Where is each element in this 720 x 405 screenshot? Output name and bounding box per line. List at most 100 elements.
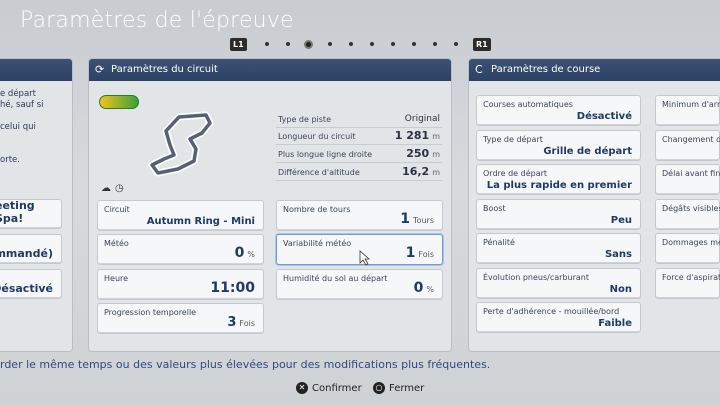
field-label: Pénalité (483, 238, 515, 247)
page-dot[interactable] (328, 42, 332, 46)
visible-damage-field[interactable]: Dégâts visibles (655, 199, 720, 230)
close-label: Fermer (389, 383, 425, 394)
field-unit: % (247, 250, 255, 259)
field-unit: % (426, 285, 434, 294)
field-label: Changement de (662, 135, 720, 144)
time-field[interactable]: Heure 11:00 (97, 269, 264, 300)
field-value: 0% (414, 280, 434, 296)
race-panel-header: C Paramètres de course (469, 59, 720, 81)
min-pit-field[interactable]: Minimum d'arrê (655, 95, 720, 126)
field-value: La plus rapide en premier (486, 180, 632, 191)
info-label: Plus longue ligne droite (278, 150, 373, 159)
left-box-value: ecommandé) (0, 247, 53, 260)
track-map (148, 111, 214, 177)
time-progression-field[interactable]: Progression temporelle 3 Fois (97, 303, 264, 334)
weather-field[interactable]: Météo 0% (97, 234, 264, 265)
field-label: Force d'aspiratio (662, 273, 720, 282)
field-unit: Tours (413, 216, 434, 225)
info-row-straight: Plus longue ligne droite 250 m (276, 146, 442, 163)
field-value: Non (609, 284, 632, 295)
change-field[interactable]: Changement de (655, 130, 720, 161)
left-text-line: e départ (0, 89, 36, 99)
circuit-panel-title: Paramètres du circuit (111, 64, 218, 75)
boost-field[interactable]: Boost Peu (476, 199, 641, 230)
field-value: Peu (610, 215, 632, 226)
page-dot[interactable] (370, 42, 374, 46)
confirm-button[interactable]: ✕ Confirmer (296, 382, 362, 394)
field-number: 0 (234, 245, 245, 261)
field-number: 3 (227, 315, 237, 330)
left-box-1[interactable]: eeting Spa! (0, 199, 62, 229)
confirm-label: Confirmer (312, 383, 362, 394)
field-unit: Fois (418, 250, 434, 259)
field-value: Faible (598, 318, 632, 329)
field-number: 0 (413, 280, 424, 296)
cursor-icon (359, 250, 371, 266)
page-dot[interactable] (391, 42, 395, 46)
info-value: 1 281 m (395, 129, 440, 142)
info-unit: m (432, 150, 440, 159)
left-box-3[interactable]: Désactivé (0, 269, 62, 299)
left-box-2[interactable]: ecommandé) (0, 234, 62, 264)
field-label: Boost (483, 204, 506, 213)
field-value: Grille de départ (543, 146, 632, 157)
field-label: Météo (104, 239, 129, 248)
field-label: Évolution pneus/carburant (483, 273, 589, 282)
field-label: Perte d'adhérence - mouillée/bord (483, 307, 620, 316)
info-row-track-type: Type de piste Original (276, 111, 442, 128)
r1-button[interactable]: R1 (473, 38, 491, 51)
ground-humidity-field[interactable]: Humidité du sol au départ 0% (276, 269, 443, 300)
info-value: 16,2 m (402, 165, 440, 178)
l1-button[interactable]: L1 (230, 38, 247, 51)
page-dot[interactable] (286, 42, 290, 46)
start-type-field[interactable]: Type de départ Grille de départ (476, 130, 641, 161)
info-label: Longueur du circuit (278, 132, 356, 141)
left-text-line: celui qui (0, 122, 36, 132)
page-dot[interactable] (412, 42, 416, 46)
page-dot-active[interactable] (304, 40, 313, 49)
info-label: Type de piste (278, 115, 331, 124)
page-dot[interactable] (454, 42, 458, 46)
left-panel-header (0, 59, 72, 81)
circuit-field[interactable]: Circuit Autumn Ring - Mini (97, 200, 264, 231)
field-label: Courses automatiques (483, 100, 573, 109)
field-value: Autumn Ring - Mini (146, 216, 255, 227)
info-value: Original (404, 114, 440, 124)
circle-button-icon: ○ (373, 382, 385, 394)
field-value: 11:00 (210, 280, 255, 296)
finish-delay-field[interactable]: Délai avant fin d (655, 164, 720, 195)
page-dot[interactable] (349, 42, 353, 46)
tyre-fuel-field[interactable]: Évolution pneus/carburant Non (476, 268, 641, 299)
mechanical-damage-field[interactable]: Dommages méc (655, 233, 720, 264)
field-label: Humidité du sol au départ (283, 274, 388, 283)
page-dot[interactable] (265, 42, 269, 46)
penalty-field[interactable]: Pénalité Sans (476, 233, 641, 264)
hint-text: rder le même temps ou des valeurs plus é… (0, 358, 491, 371)
left-text-line: hé, sauf si (0, 100, 44, 110)
info-number: 16,2 (402, 165, 430, 178)
grip-loss-field[interactable]: Perte d'adhérence - mouillée/bord Faible (476, 302, 641, 333)
laps-field[interactable]: Nombre de tours 1 Tours (276, 200, 443, 231)
field-label: Ordre de départ (483, 169, 548, 178)
field-label: Minimum d'arrê (662, 100, 720, 109)
auto-races-field[interactable]: Courses automatiques Désactivé (476, 95, 641, 126)
info-number: 1 281 (394, 129, 430, 142)
field-number: 1 (405, 245, 416, 261)
field-value: Désactivé (576, 111, 632, 122)
left-text-line: orte. (0, 155, 20, 165)
slipstream-field[interactable]: Force d'aspiratio (655, 268, 720, 299)
start-order-field[interactable]: Ordre de départ La plus rapide en premie… (476, 164, 641, 195)
left-panel-text: e départ hé, sauf si celui qui orte. (0, 89, 44, 166)
clock-icon: ◷ (115, 183, 124, 194)
field-label: Dégâts visibles (662, 204, 720, 213)
field-label: Délai avant fin d (662, 169, 720, 178)
weather-variability-field[interactable]: Variabilité météo 1 Fois (276, 234, 443, 266)
field-value: 0% (235, 245, 255, 261)
field-unit: Fois (239, 319, 255, 328)
close-button[interactable]: ○ Fermer (373, 382, 424, 394)
field-label: Heure (104, 274, 129, 283)
field-label: Circuit (104, 205, 130, 214)
info-row-altitude: Différence d'altitude 16,2 m (276, 164, 442, 181)
field-label: Progression temporelle (104, 308, 197, 317)
page-dot[interactable] (433, 42, 437, 46)
